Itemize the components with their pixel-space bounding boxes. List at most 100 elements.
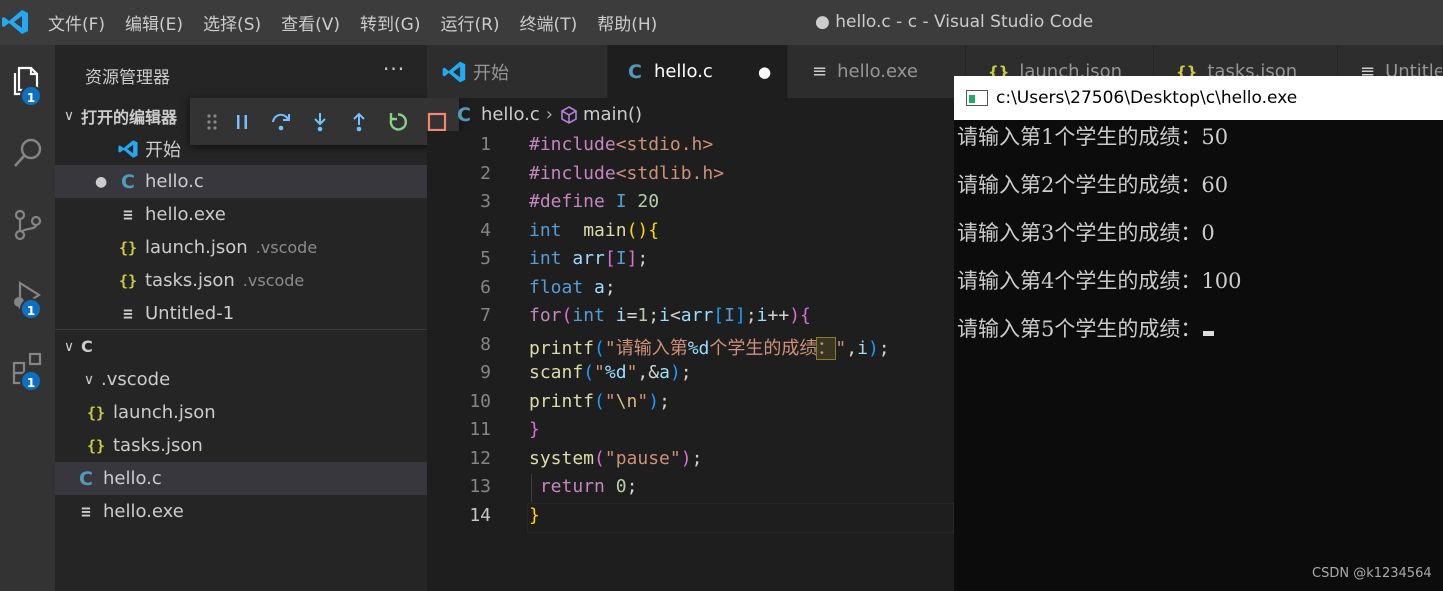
code-line: #include<stdio.h> [529, 134, 714, 155]
line-number: 7 [480, 305, 491, 326]
open-editor-label: tasks.json [145, 270, 235, 291]
text-cursor [1203, 331, 1215, 336]
line-number: 4 [480, 220, 491, 241]
tab-label: 开始 [473, 62, 509, 84]
line-number: 14 [469, 505, 491, 526]
pause-button[interactable] [222, 98, 261, 145]
restart-button[interactable] [378, 98, 417, 145]
section-divider [55, 329, 427, 330]
line-number: 2 [480, 163, 491, 184]
explorer-badge: 1 [20, 85, 42, 107]
restart-icon [389, 112, 407, 131]
tree-item[interactable]: C hello.c [55, 462, 427, 495]
text-file-icon: ≡ [123, 205, 133, 224]
chevron-down-icon: ∨ [63, 107, 75, 124]
drag-handle[interactable] [202, 98, 222, 145]
explorer-button[interactable]: 1 [0, 53, 55, 108]
open-editor-label: 开始 [145, 139, 181, 161]
step-out-button[interactable] [339, 98, 378, 145]
pause-icon [236, 114, 247, 129]
tree-item[interactable]: ≡ hello.exe [55, 495, 427, 528]
tree-folder[interactable]: ∨ .vscode [55, 363, 427, 396]
console-line: 请输入第2个学生的成绩：60 [957, 173, 1229, 197]
c-file-icon: C [121, 170, 135, 193]
chevron-down-icon: ∨ [63, 338, 75, 355]
breadcrumb: C hello.c › main() [427, 98, 957, 131]
tree-folder-label: .vscode [101, 369, 171, 390]
tab-label: hello.c [653, 61, 713, 82]
tree-item-label: hello.c [103, 468, 162, 489]
breadcrumb-symbol[interactable]: main() [583, 104, 642, 125]
tab-welcome[interactable]: 开始 [427, 45, 608, 98]
code-line: int arr[I]; [529, 248, 649, 269]
console-window[interactable]: c:\Users\27506\Desktop\c\hello.exe 请输入第1… [954, 76, 1443, 591]
tab-label: hello.exe [837, 61, 918, 82]
code-line: } [529, 419, 540, 440]
code-line: printf("\n"); [529, 391, 670, 412]
open-editor-item[interactable]: {} tasks.json .vscode [55, 264, 427, 297]
search-button[interactable] [0, 125, 55, 180]
breadcrumb-file[interactable]: hello.c [481, 104, 540, 125]
line-number: 9 [480, 362, 491, 383]
menu-terminal[interactable]: 终端(T) [510, 10, 588, 35]
step-into-icon [313, 112, 326, 131]
text-file-icon: ≡ [123, 304, 133, 323]
debug-toolbar [190, 98, 459, 145]
window-title: ● hello.c - c - Visual Studio Code [815, 12, 1094, 32]
tree-item-label: hello.exe [103, 501, 184, 522]
run-debug-button[interactable]: 1 [0, 267, 55, 322]
step-over-icon [271, 113, 290, 130]
unsaved-dot-icon[interactable]: ● [758, 63, 771, 81]
menu-go[interactable]: 转到(G) [350, 10, 430, 35]
tab-hello-exe[interactable]: ≡ hello.exe [788, 45, 966, 98]
open-editor-item[interactable]: ≡ hello.exe [55, 198, 427, 231]
console-prompt: 请输入第5个学生的成绩： [957, 317, 1202, 341]
vscode-icon [442, 61, 466, 82]
menu-help[interactable]: 帮助(H) [587, 10, 667, 35]
folder-section[interactable]: ∨ C [55, 330, 427, 363]
tree-item[interactable]: {} launch.json [55, 396, 427, 429]
console-line: 请输入第4个学生的成绩：100 [957, 269, 1242, 293]
c-file-icon: C [79, 467, 93, 490]
code-line: int main(){ [529, 220, 660, 241]
step-over-button[interactable] [261, 98, 300, 145]
menu-edit[interactable]: 编辑(E) [115, 10, 193, 35]
code-line: #include<stdlib.h> [529, 163, 725, 184]
dirty-dot-icon[interactable]: ● [95, 174, 117, 190]
search-icon [13, 138, 41, 167]
menu-run[interactable]: 运行(R) [430, 10, 509, 35]
json-file-icon: {} [118, 238, 138, 257]
code-editor[interactable]: 1 2 3 4 5 6 7 8 9 10 11 12 13 14 #includ… [427, 131, 954, 591]
extensions-button[interactable]: 1 [0, 340, 55, 395]
tree-item[interactable]: {} tasks.json [55, 429, 427, 462]
open-editors-label: 打开的编辑器 [81, 107, 178, 127]
menu-selection[interactable]: 选择(S) [193, 10, 271, 35]
tab-hello-c[interactable]: C hello.c ● [608, 45, 788, 98]
code-line: scanf("%d",&a); [529, 362, 692, 383]
open-editor-item[interactable]: {} launch.json .vscode [55, 231, 427, 264]
console-app-icon [966, 90, 988, 106]
c-file-icon: C [628, 60, 642, 83]
vscode-icon [118, 139, 138, 158]
tree-item-label: launch.json [113, 402, 216, 423]
open-editor-desc: .vscode [242, 271, 305, 290]
watermark: CSDN @k1234564 [1312, 566, 1432, 581]
line-number: 5 [480, 248, 491, 269]
open-editor-item[interactable]: ● C hello.c [55, 165, 427, 198]
line-number: 13 [469, 476, 491, 497]
code-line: } [529, 505, 540, 526]
open-editor-item[interactable]: ≡ Untitled-1 [55, 297, 427, 330]
line-number: 3 [480, 191, 491, 212]
source-control-icon [14, 209, 41, 240]
console-title: c:\Users\27506\Desktop\c\hello.exe [996, 88, 1298, 108]
menu-view[interactable]: 查看(V) [271, 10, 350, 35]
source-control-button[interactable] [0, 197, 55, 252]
menu-file[interactable]: 文件(F) [38, 10, 115, 35]
console-titlebar[interactable]: c:\Users\27506\Desktop\c\hello.exe [954, 76, 1443, 120]
step-into-button[interactable] [300, 98, 339, 145]
line-number: 6 [480, 277, 491, 298]
open-editor-label: hello.exe [145, 204, 226, 225]
step-out-icon [352, 112, 365, 131]
vscode-logo-icon[interactable] [0, 7, 30, 37]
more-actions-button[interactable]: ··· [383, 57, 405, 81]
